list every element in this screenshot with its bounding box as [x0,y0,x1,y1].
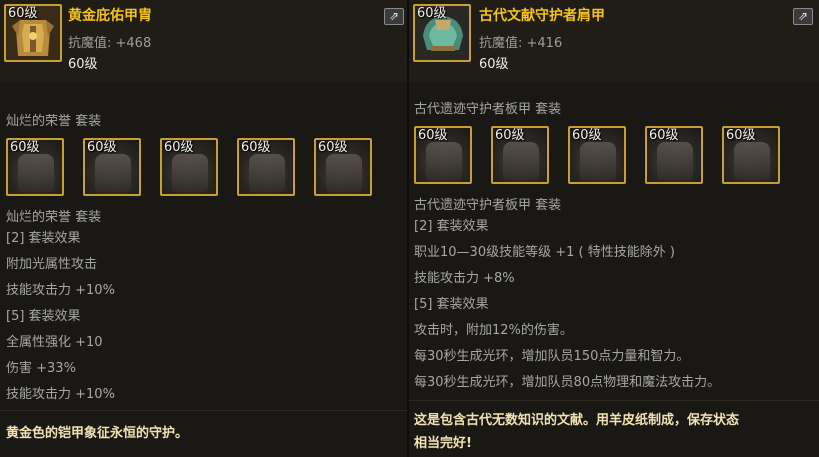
set-effect-line: 全属性强化 +10 [6,335,103,350]
slot-level-badge: 60级 [318,140,348,155]
share-icon[interactable]: ⇗ [384,8,404,25]
slot-level-badge: 60级 [241,140,271,155]
set-effect-line: [5] 套装效果 [6,309,81,324]
item-description: 黄金色的铠甲象征永恒的守护。 [6,426,189,441]
set-name: 灿烂的荣誉 套装 [6,210,102,225]
item-level-badge: 60级 [417,6,447,21]
set-effect-line: [2] 套装效果 [6,231,81,246]
set-effect-line: 技能攻击力 +10% [6,387,115,402]
item-level-badge: 60级 [8,6,38,21]
set-effect-line: 每30秒生成光环，增加队员80点物理和魔法攻击力。 [414,375,721,390]
set-effect-line: 攻击时，附加12%的伤害。 [414,323,573,338]
set-header: 古代遗迹守护者板甲 套装 [414,102,562,117]
slot-level-badge: 60级 [726,128,756,143]
set-slot-4[interactable]: 60级 [645,126,703,184]
slot-level-badge: 60级 [87,140,117,155]
set-slot-5[interactable]: 60级 [722,126,780,184]
set-slot-2[interactable]: 60级 [491,126,549,184]
item-description-line: 相当完好! [414,436,472,451]
slot-level-badge: 60级 [164,140,194,155]
share-icon[interactable]: ⇗ [793,8,813,25]
slot-level-badge: 60级 [572,128,602,143]
slot-level-badge: 60级 [418,128,448,143]
item-level-text: 60级 [68,57,98,72]
set-slot-1[interactable]: 60级 [414,126,472,184]
magic-resist-stat: 抗魔值: +468 [68,36,152,51]
item-icon-golden-armor[interactable]: 60级 [4,4,62,62]
set-header: 灿烂的荣誉 套装 [6,114,102,129]
item-icon-shoulder-armor[interactable]: 60级 [413,4,471,62]
item-tooltip-right: 60级 古代文献守护者肩甲 抗魔值: +416 60级 ⇗ 古代遗迹守护者板甲 … [409,0,819,457]
set-effect-line: 附加光属性攻击 [6,257,98,272]
set-effect-line: 技能攻击力 +10% [6,283,115,298]
slot-level-badge: 60级 [649,128,679,143]
separator [409,400,819,401]
set-effect-line: 伤害 +33% [6,361,76,376]
set-effect-line: [5] 套装效果 [414,297,489,312]
set-slot-3[interactable]: 60级 [160,138,218,196]
set-slot-1[interactable]: 60级 [6,138,64,196]
slot-level-badge: 60级 [10,140,40,155]
item-title: 古代文献守护者肩甲 [479,8,605,24]
set-effect-line: 职业10—30级技能等级 +1 ( 特性技能除外 ) [414,245,675,260]
set-effect-line: [2] 套装效果 [414,219,489,234]
item-tooltip-left: 60级 黄金庇佑甲胄 抗魔值: +468 60级 ⇗ 灿烂的荣誉 套装 60级 … [0,0,407,457]
separator [0,410,407,411]
item-description-line: 这是包含古代无数知识的文献。用羊皮纸制成，保存状态 [414,413,740,428]
set-slot-3[interactable]: 60级 [568,126,626,184]
item-level-text: 60级 [479,57,509,72]
item-title: 黄金庇佑甲胄 [68,8,152,24]
slot-level-badge: 60级 [495,128,525,143]
magic-resist-stat: 抗魔值: +416 [479,36,563,51]
set-slot-2[interactable]: 60级 [83,138,141,196]
set-effect-line: 技能攻击力 +8% [414,271,515,286]
set-slot-5[interactable]: 60级 [314,138,372,196]
set-effect-line: 每30秒生成光环，增加队员150点力量和智力。 [414,349,690,364]
set-name: 古代遗迹守护者板甲 套装 [414,198,562,213]
set-slot-4[interactable]: 60级 [237,138,295,196]
